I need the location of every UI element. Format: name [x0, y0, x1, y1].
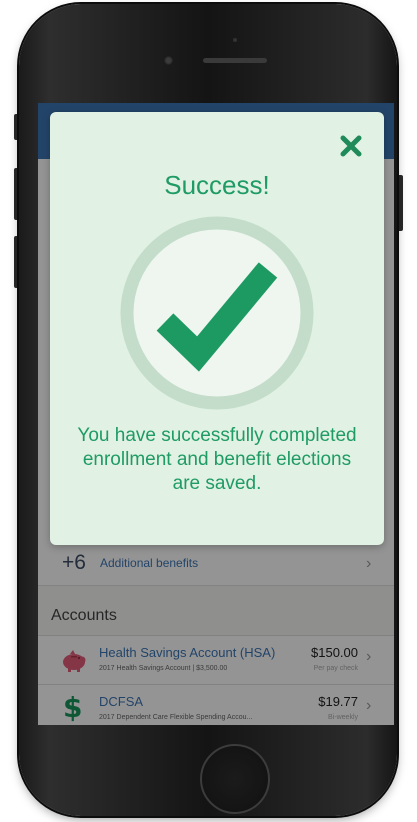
- close-icon[interactable]: [339, 134, 363, 158]
- checkmark-icon: [120, 216, 314, 410]
- dialog-title: Success!: [164, 170, 270, 200]
- product-mockup: +6 Additional benefits › Accounts Health…: [0, 0, 417, 822]
- power-button: [397, 175, 403, 231]
- front-camera: [164, 56, 173, 65]
- home-button[interactable]: [200, 744, 270, 814]
- phone-screen: +6 Additional benefits › Accounts Health…: [38, 103, 394, 725]
- proximity-sensor: [233, 38, 237, 42]
- dialog-message: You have successfully completed enrollme…: [77, 425, 357, 494]
- earpiece-speaker: [203, 58, 267, 63]
- success-dialog: Success! You have successfully completed…: [50, 112, 384, 545]
